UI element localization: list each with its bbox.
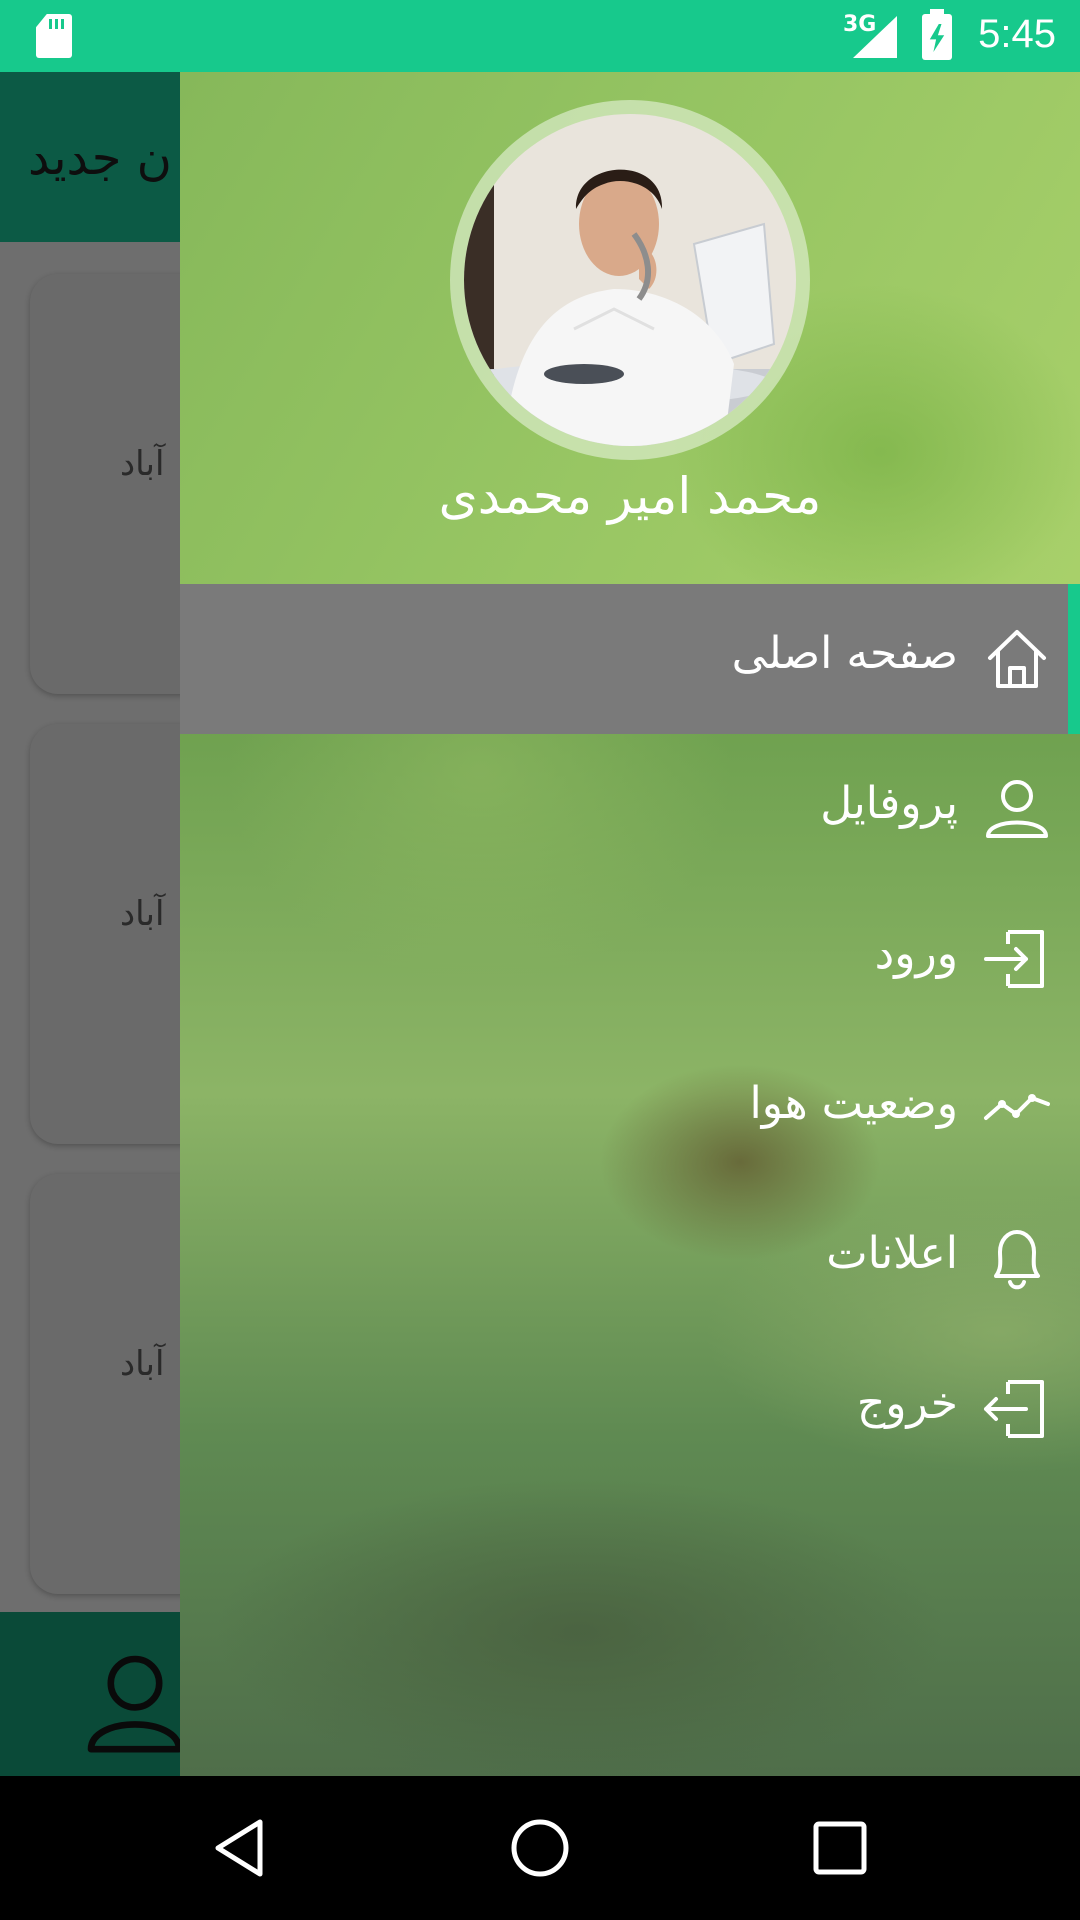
weather-trend-icon — [984, 1094, 1050, 1120]
menu-item-logout[interactable]: خروج — [180, 1334, 1080, 1484]
drawer-header: محمد امیر محمدی — [180, 72, 1080, 584]
logout-icon — [984, 1380, 1044, 1438]
network-type: 3G — [843, 12, 877, 37]
user-icon[interactable] — [80, 1648, 190, 1758]
menu-item-profile[interactable]: پروفایل — [180, 734, 1080, 884]
battery-charging-icon — [922, 9, 952, 60]
login-icon — [984, 930, 1044, 988]
menu-item-home[interactable]: صفحه اصلی — [180, 584, 1080, 734]
user-icon — [986, 780, 1048, 838]
menu-label: وضعیت هوا — [749, 1078, 958, 1129]
card-text: آباد — [120, 1344, 165, 1384]
home-circle-icon[interactable] — [508, 1816, 572, 1880]
menu-item-login[interactable]: ورود — [180, 884, 1080, 1034]
card-text: آباد — [120, 444, 165, 484]
navigation-bar — [0, 1776, 1080, 1920]
sd-card-icon — [36, 14, 72, 58]
menu-label: صفحه اصلی — [731, 628, 958, 679]
home-icon — [988, 630, 1046, 688]
menu-label: خروج — [856, 1378, 958, 1429]
menu-label: پروفایل — [820, 778, 958, 829]
menu-label: اعلانات — [826, 1228, 958, 1279]
menu-label: ورود — [874, 928, 958, 979]
status-time: 5:45 — [978, 12, 1056, 56]
avatar[interactable] — [464, 114, 796, 446]
app-title: ن جدید — [28, 130, 172, 186]
bell-icon — [994, 1230, 1040, 1290]
menu-item-notifications[interactable]: اعلانات — [180, 1184, 1080, 1334]
recents-icon[interactable] — [808, 1816, 872, 1880]
navigation-drawer: محمد امیر محمدی صفحه اصلی پروفایل ورود و… — [180, 72, 1080, 1776]
avatar-ring — [450, 100, 810, 460]
user-name: محمد امیر محمدی — [438, 467, 822, 525]
menu-item-weather[interactable]: وضعیت هوا — [180, 1034, 1080, 1184]
card-text: آباد — [120, 894, 165, 934]
back-icon[interactable] — [208, 1816, 272, 1880]
status-bar: 3G 5:45 — [0, 0, 1080, 72]
active-indicator — [1068, 584, 1080, 734]
avatar-photo — [464, 114, 796, 446]
